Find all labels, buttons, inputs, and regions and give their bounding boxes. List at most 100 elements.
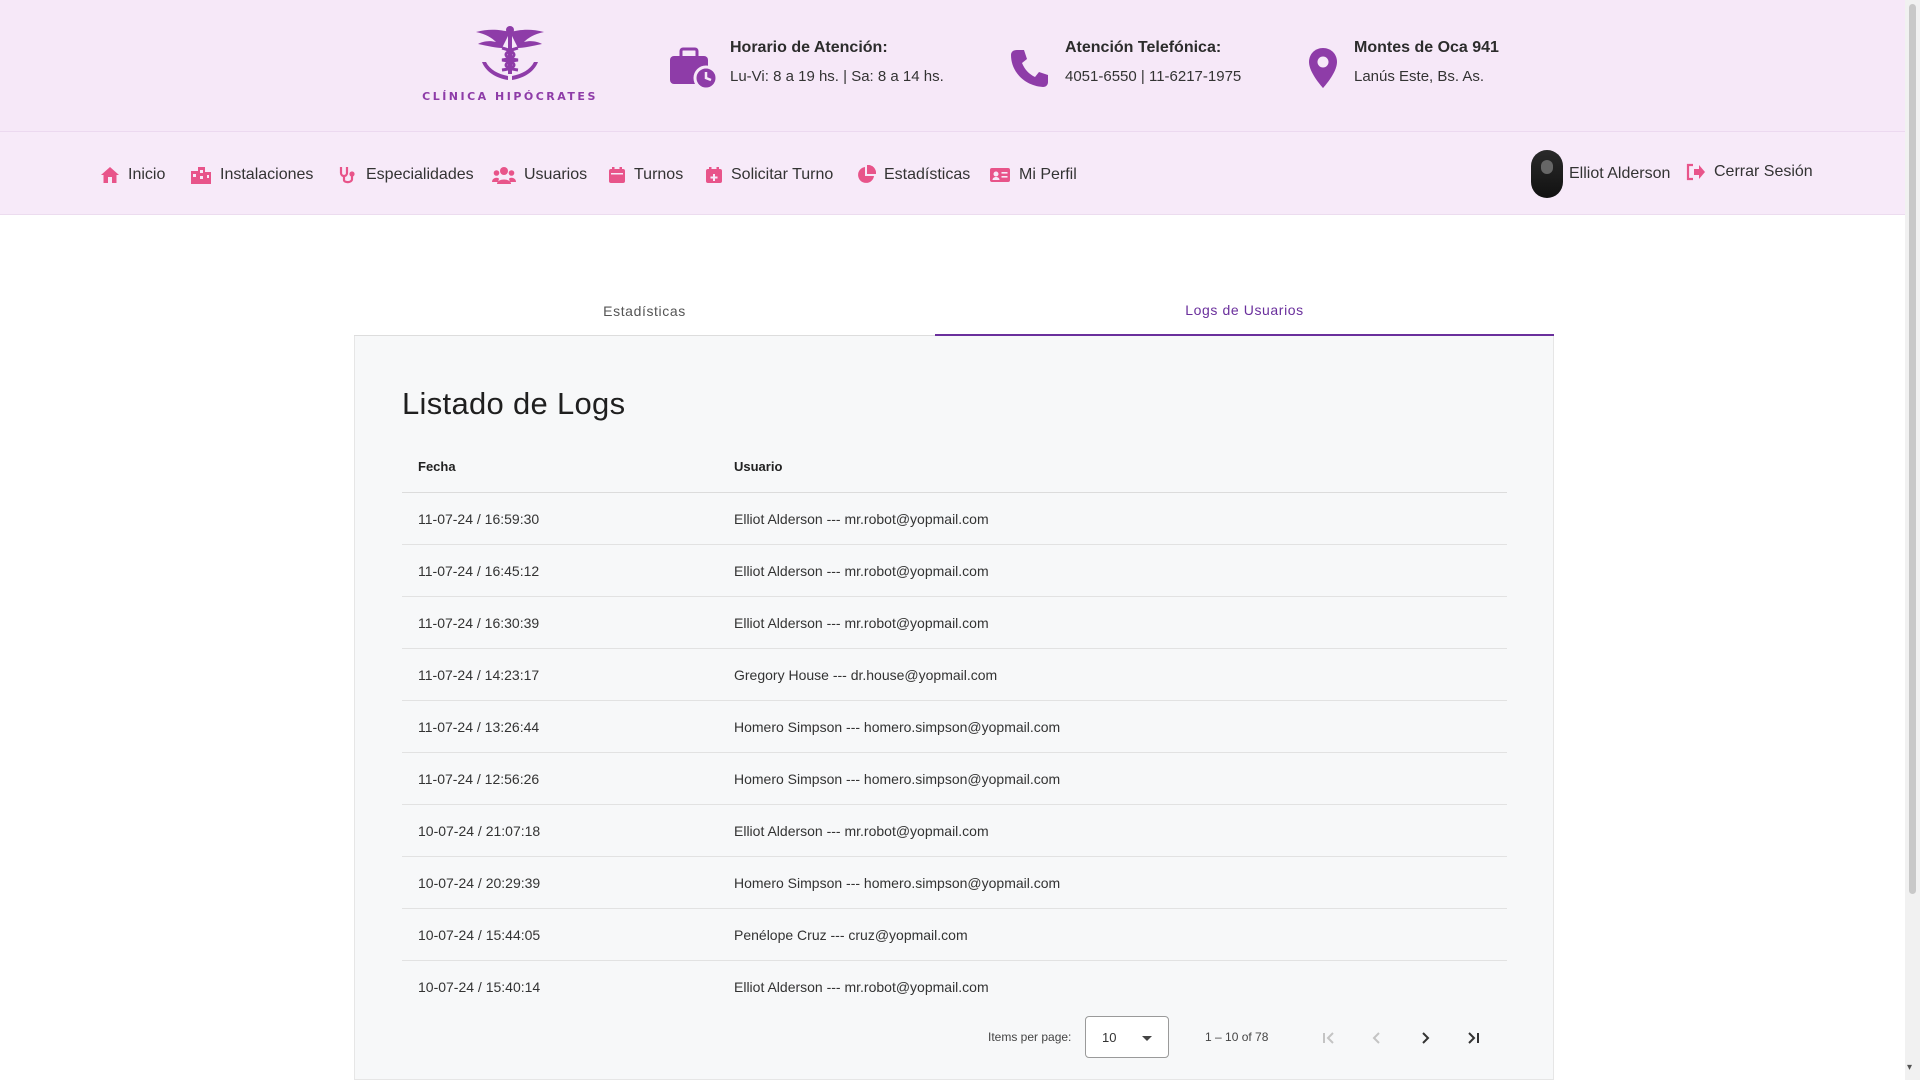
cell-fecha: 11-07-24 / 13:26:44 [418, 718, 540, 735]
nav-item-label: Instalaciones [220, 166, 314, 183]
column-header-fecha[interactable]: Fecha [402, 459, 734, 474]
nav-item-solicitar-turno[interactable]: Solicitar Turno [705, 163, 833, 187]
nav-item-label: Solicitar Turno [731, 166, 834, 183]
page-range-label: 1 – 10 of 78 [1205, 1030, 1269, 1044]
caduceus-logo-icon [476, 26, 544, 80]
chevron-right-icon [1422, 1032, 1430, 1044]
cell-fecha: 10-07-24 / 15:44:05 [418, 926, 541, 943]
hours-info: Horario de Atención: Lu-Vi: 8 a 19 hs. |… [668, 36, 944, 94]
calendar-icon [609, 167, 625, 183]
calendar-plus-icon [706, 167, 722, 183]
cell-fecha: 11-07-24 / 16:45:12 [418, 562, 540, 579]
nav-item-turnos[interactable]: Turnos [608, 163, 683, 187]
tab-bar: Estadísticas Logs de Usuarios [354, 286, 1554, 336]
first-page-button[interactable] [1313, 1022, 1345, 1054]
cell-fecha: 11-07-24 / 14:23:17 [418, 666, 540, 683]
cell-usuario: Elliot Alderson --- mr.robot@yopmail.com [734, 510, 989, 527]
cell-fecha: 10-07-24 / 15:40:14 [418, 979, 541, 995]
cell-fecha: 11-07-24 / 16:59:30 [418, 510, 540, 527]
table-row[interactable]: 10-07-24 / 15:44:05 Penélope Cruz --- cru… [402, 909, 1507, 961]
nav-item-label: Mi Perfil [1019, 166, 1077, 183]
first-page-icon [1323, 1032, 1334, 1044]
items-per-page-select[interactable]: 10 [1085, 1016, 1169, 1058]
nav-item-label: Turnos [634, 166, 684, 183]
cell-usuario: Homero Simpson --- homero.simpson@yopmai… [734, 770, 1061, 787]
cell-fecha: 10-07-24 / 21:07:18 [418, 822, 541, 839]
logout-button[interactable]: Cerrar Sesión [1686, 163, 1813, 181]
cell-usuario: Elliot Alderson --- mr.robot@yopmail.com [734, 822, 989, 839]
items-per-page-label: Items per page: [988, 1030, 1072, 1044]
logout-label: Cerrar Sesión [1714, 163, 1813, 180]
tab-logs-de-usuarios[interactable]: Logs de Usuarios [935, 286, 1554, 336]
table-row[interactable]: 11-07-24 / 16:59:30 Elliot Alderson --- m… [402, 493, 1507, 545]
table-row[interactable]: 11-07-24 / 16:30:39 Elliot Alderson --- m… [402, 597, 1507, 649]
scroll-down-icon[interactable]: ▾ [1907, 1062, 1912, 1073]
chevron-left-icon [1372, 1032, 1380, 1044]
hours-text: Lu-Vi: 8 a 19 hs. | Sa: 8 a 14 hs. [730, 68, 944, 85]
clinic-logo[interactable]: CLÍNICA HIPÓCRATES [420, 26, 600, 103]
nav-item-inicio[interactable]: Inicio [100, 163, 165, 187]
stethoscope-icon [339, 167, 355, 184]
cell-usuario: Penélope Cruz --- cruz@yopmail.com [734, 926, 968, 943]
id-card-icon [990, 168, 1010, 182]
table-row[interactable]: 11-07-24 / 12:56:26 Homero Simpson --- ho… [402, 753, 1507, 805]
paginator: Items per page: 10 1 – 10 of 78 [355, 1016, 1555, 1060]
users-icon [492, 167, 516, 184]
cell-fecha: 11-07-24 / 16:30:39 [418, 614, 540, 631]
table-row[interactable]: 11-07-24 / 14:23:17 Gregory House --- dr.… [402, 649, 1507, 701]
nav-item-estadisticas[interactable]: Estadísticas [856, 163, 970, 187]
nav-item-label: Especialidades [366, 166, 474, 183]
nav-item-label: Usuarios [524, 166, 588, 183]
address-title: Montes de Oca 941 [1354, 39, 1499, 56]
last-page-button[interactable] [1457, 1022, 1489, 1054]
column-header-usuario[interactable]: Usuario [734, 459, 1507, 474]
building-icon [191, 167, 211, 184]
address-text: Lanús Este, Bs. As. [1354, 68, 1485, 85]
avatar [1531, 150, 1563, 198]
user-name: Elliot Alderson [1569, 165, 1671, 182]
hours-title: Horario de Atención: [730, 39, 888, 56]
items-per-page-value: 10 [1102, 1029, 1117, 1045]
phone-info: Atención Telefónica: 4051-6550 | 11-6217… [1003, 36, 1241, 94]
phone-text: 4051-6550 | 11-6217-1975 [1065, 68, 1242, 85]
cell-usuario: Homero Simpson --- homero.simpson@yopmai… [734, 874, 1061, 891]
nav-item-usuarios[interactable]: Usuarios [492, 163, 587, 187]
table-row[interactable]: 11-07-24 / 16:45:12 Elliot Alderson --- m… [402, 545, 1507, 597]
previous-page-button[interactable] [1361, 1022, 1393, 1054]
address-info: Montes de Oca 941 Lanús Este, Bs. As. [1302, 36, 1499, 94]
briefcase-clock-icon [668, 42, 720, 94]
logs-table: Fecha Usuario 11-07-24 / 16:59:30 Elliot … [402, 441, 1507, 1013]
cell-usuario: Gregory House --- dr.house@yopmail.com [734, 666, 998, 683]
page-title: Listado de Logs [402, 386, 626, 421]
table-row[interactable]: 10-07-24 / 15:40:14 Elliot Alderson --- m… [402, 961, 1507, 1013]
user-profile[interactable]: Elliot Alderson [1531, 149, 1670, 199]
tab-estadisticas[interactable]: Estadísticas [354, 286, 935, 336]
cell-usuario: Elliot Alderson --- mr.robot@yopmail.com [734, 614, 989, 631]
nav-item-especialidades[interactable]: Especialidades [338, 163, 474, 187]
table-row[interactable]: 11-07-24 / 13:26:44 Homero Simpson --- ho… [402, 701, 1507, 753]
map-pin-icon [1302, 42, 1344, 94]
logs-panel: Listado de Logs Fecha Usuario 11-07-24 /… [354, 336, 1554, 1080]
clinic-name: CLÍNICA HIPÓCRATES [422, 90, 598, 103]
nav-item-label: Inicio [128, 166, 166, 183]
home-icon [101, 167, 119, 183]
phone-icon [1003, 42, 1055, 94]
pie-chart-icon [858, 165, 876, 183]
cell-usuario: Elliot Alderson --- mr.robot@yopmail.com [734, 562, 989, 579]
table-row[interactable]: 10-07-24 / 21:07:18 Elliot Alderson --- m… [402, 805, 1507, 857]
table-row[interactable]: 10-07-24 / 20:29:39 Homero Simpson --- ho… [402, 857, 1507, 909]
top-header: CLÍNICA HIPÓCRATES Horario de Atención: … [0, 0, 1905, 131]
scrollbar-thumb[interactable] [1909, 4, 1916, 894]
nav-item-label: Estadísticas [884, 166, 971, 183]
next-page-button[interactable] [1409, 1022, 1441, 1054]
cell-usuario: Elliot Alderson --- mr.robot@yopmail.com [734, 979, 989, 995]
page-scrollbar[interactable]: ▾ [1905, 0, 1920, 1080]
cell-fecha: 11-07-24 / 12:56:26 [418, 770, 540, 787]
cell-usuario: Homero Simpson --- homero.simpson@yopmai… [734, 718, 1061, 735]
nav-item-instalaciones[interactable]: Instalaciones [190, 163, 313, 187]
cell-fecha: 10-07-24 / 20:29:39 [418, 874, 541, 891]
dropdown-caret-icon [1142, 1036, 1152, 1041]
main-navbar: Inicio Instalaciones Especialidades Usua… [0, 131, 1905, 215]
nav-item-mi-perfil[interactable]: Mi Perfil [989, 163, 1077, 187]
phone-title: Atención Telefónica: [1065, 39, 1222, 56]
